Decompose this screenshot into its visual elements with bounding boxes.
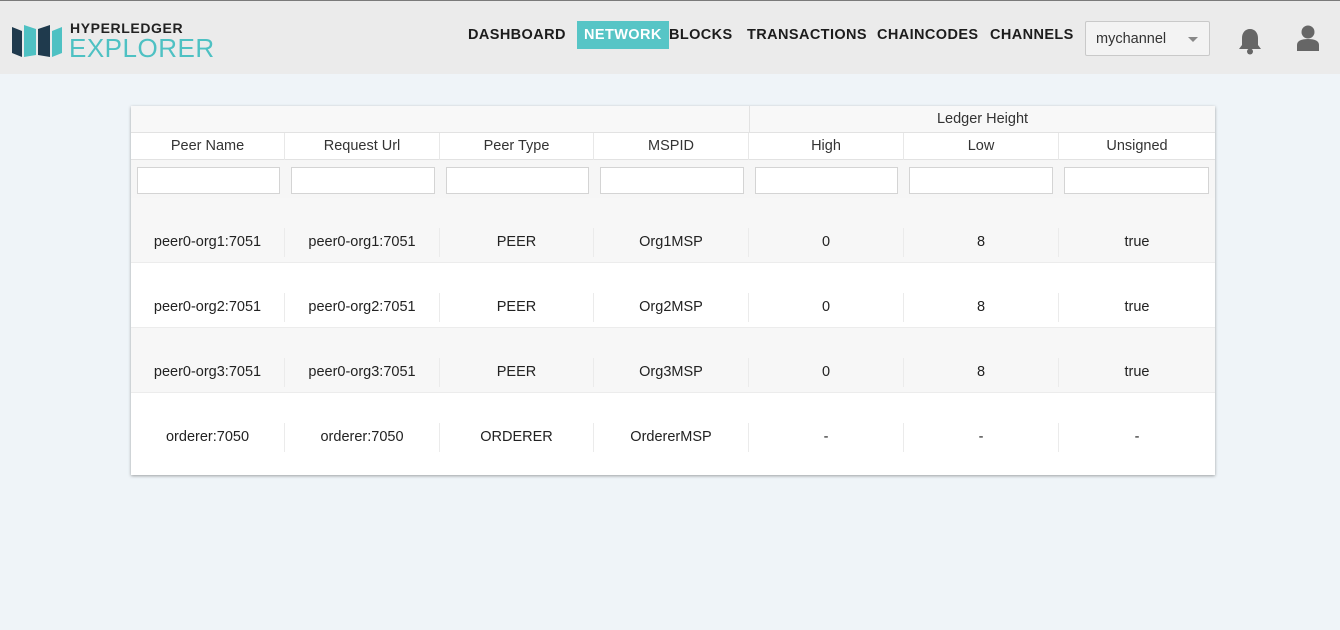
table-filter-row [131, 160, 1215, 198]
cell-low: - [904, 423, 1059, 452]
cell-peer-type: PEER [440, 228, 594, 257]
user-icon[interactable] [1297, 25, 1319, 51]
cell-high: 0 [749, 228, 904, 257]
nav-channels[interactable]: CHANNELS [990, 21, 1074, 49]
cell-low: 8 [904, 293, 1059, 322]
column-header-peer-type[interactable]: Peer Type [440, 133, 594, 160]
cell-high: 0 [749, 358, 904, 387]
peers-table: Ledger Height Peer Name Request Url Peer… [131, 106, 1215, 475]
cell-high: 0 [749, 293, 904, 322]
nav-chaincodes[interactable]: CHAINCODES [877, 21, 978, 49]
chevron-down-icon [1188, 37, 1198, 42]
table-row[interactable]: orderer:7050 orderer:7050 ORDERER Ordere… [131, 393, 1215, 458]
cell-peer-name: peer0-org3:7051 [131, 358, 285, 387]
column-header-high[interactable]: High [749, 133, 904, 160]
filter-input-mspid[interactable] [600, 167, 744, 194]
cell-mspid: Org1MSP [594, 228, 749, 257]
column-header-unsigned[interactable]: Unsigned [1059, 133, 1215, 160]
table-group-header-row: Ledger Height [131, 106, 1215, 133]
cell-unsigned: - [1134, 429, 1140, 445]
logo-icon [12, 25, 62, 57]
cell-peer-name: peer0-org2:7051 [131, 293, 285, 322]
cell-low: 8 [904, 358, 1059, 387]
nav-network[interactable]: NETWORK [577, 21, 669, 49]
cell-peer-type: PEER [440, 293, 594, 322]
cell-unsigned: true [1124, 299, 1150, 315]
cell-peer-name: peer0-org1:7051 [131, 228, 285, 257]
cell-high: - [749, 423, 904, 452]
ledger-height-group-header: Ledger Height [749, 106, 1215, 133]
cell-unsigned: true [1124, 364, 1150, 380]
cell-unsigned: true [1124, 234, 1150, 250]
column-header-low[interactable]: Low [904, 133, 1059, 160]
cell-low: 8 [904, 228, 1059, 257]
cell-mspid: Org3MSP [594, 358, 749, 387]
table-row[interactable]: peer0-org3:7051 peer0-org3:7051 PEER Org… [131, 328, 1215, 393]
cell-request-url: peer0-org2:7051 [285, 293, 440, 322]
table-row[interactable]: peer0-org2:7051 peer0-org2:7051 PEER Org… [131, 263, 1215, 328]
cell-request-url: peer0-org1:7051 [285, 228, 440, 257]
column-header-mspid[interactable]: MSPID [594, 133, 749, 160]
filter-input-unsigned[interactable] [1064, 167, 1209, 194]
cell-peer-name: orderer:7050 [131, 423, 285, 452]
filter-input-request-url[interactable] [291, 167, 435, 194]
hyperledger-explorer-logo[interactable]: HYPERLEDGER EXPLORER [12, 19, 215, 63]
nav-transactions[interactable]: TRANSACTIONS [747, 21, 867, 49]
table-header-row: Peer Name Request Url Peer Type MSPID Hi… [131, 133, 1215, 160]
cell-peer-type: PEER [440, 358, 594, 387]
cell-mspid: OrdererMSP [594, 423, 749, 452]
column-header-peer-name[interactable]: Peer Name [131, 133, 285, 160]
table-row[interactable]: peer0-org1:7051 peer0-org1:7051 PEER Org… [131, 198, 1215, 263]
cell-request-url: peer0-org3:7051 [285, 358, 440, 387]
nav-blocks[interactable]: BLOCKS [669, 21, 733, 49]
cell-peer-type: ORDERER [440, 423, 594, 452]
cell-request-url: orderer:7050 [285, 423, 440, 452]
channel-select-value: mychannel [1096, 31, 1167, 47]
nav-dashboard[interactable]: DASHBOARD [468, 21, 566, 49]
top-navbar: HYPERLEDGER EXPLORER DASHBOARD NETWORK B… [0, 0, 1340, 74]
bell-icon[interactable] [1238, 27, 1262, 55]
filter-input-low[interactable] [909, 167, 1053, 194]
filter-input-high[interactable] [755, 167, 898, 194]
cell-mspid: Org2MSP [594, 293, 749, 322]
column-header-request-url[interactable]: Request Url [285, 133, 440, 160]
filter-input-peer-name[interactable] [137, 167, 280, 194]
logo-text-bottom: EXPLORER [69, 33, 215, 63]
filter-input-peer-type[interactable] [446, 167, 589, 194]
channel-select[interactable]: mychannel [1085, 21, 1210, 56]
